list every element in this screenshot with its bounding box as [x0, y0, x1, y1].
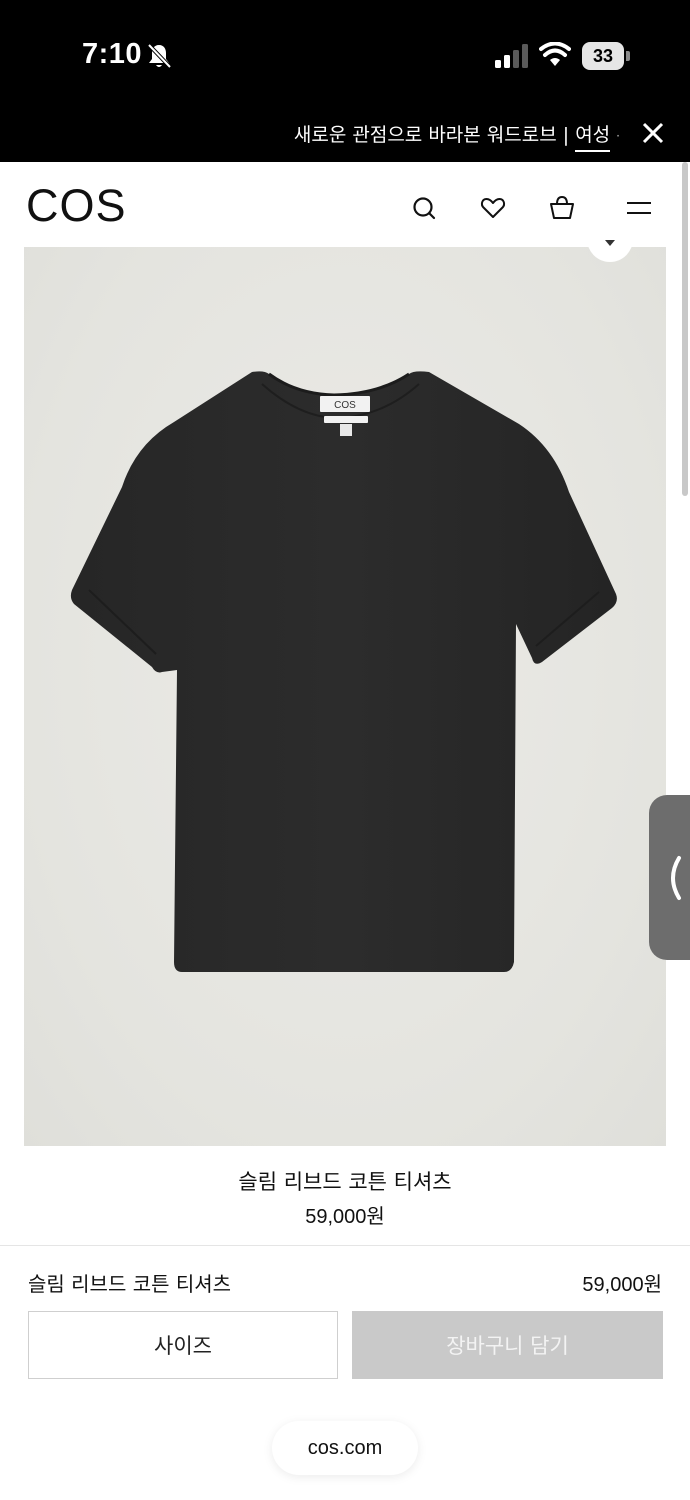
sticky-product-price: 59,000원 [582, 1274, 662, 1296]
announcement-text: 새로운 관점으로 바라본 워드로브 | [293, 124, 576, 146]
announcement-dot: · [616, 128, 620, 143]
battery-cap [626, 51, 630, 61]
shopping-bag-icon[interactable] [548, 194, 576, 222]
product-image[interactable]: COS [24, 247, 666, 1146]
menu-icon[interactable] [626, 194, 652, 222]
wifi-icon [539, 42, 571, 66]
bell-off-icon [147, 43, 172, 69]
announcement-message: 새로운 관점으로 바라본 워드로브 | 여성 · [293, 120, 620, 152]
garment-label-text: COS [334, 400, 356, 411]
size-select-button[interactable]: 사이즈 [28, 1311, 338, 1379]
add-to-cart-button[interactable]: 장바구니 담기 [352, 1311, 663, 1379]
announcement-link-women[interactable]: 여성 [575, 124, 611, 152]
heart-icon[interactable] [479, 194, 507, 222]
status-time: 7:10 [82, 38, 143, 70]
product-price: 59,000원 [305, 1206, 385, 1228]
chevron-left-icon [671, 856, 681, 900]
tshirt-image: COS [70, 371, 617, 972]
product-title: 슬림 리브드 코튼 티셔츠 [238, 1170, 452, 1194]
side-panel-handle[interactable] [649, 795, 690, 960]
sticky-product-name: 슬림 리브드 코튼 티셔츠 [28, 1272, 232, 1296]
battery-level: 33 [582, 42, 624, 70]
page-scrollbar[interactable] [682, 162, 688, 496]
close-icon[interactable] [641, 121, 665, 145]
battery-indicator: 33 [582, 42, 630, 70]
search-icon[interactable] [410, 194, 438, 222]
browser-url-bar[interactable]: cos.com [272, 1421, 418, 1475]
logo[interactable]: COS [26, 180, 127, 232]
status-bar: 7:10 33 [0, 0, 690, 110]
chevron-down-icon [605, 240, 615, 246]
cellular-signal-icon [495, 44, 528, 68]
announcement-bar: 새로운 관점으로 바라본 워드로브 | 여성 · [0, 110, 690, 162]
